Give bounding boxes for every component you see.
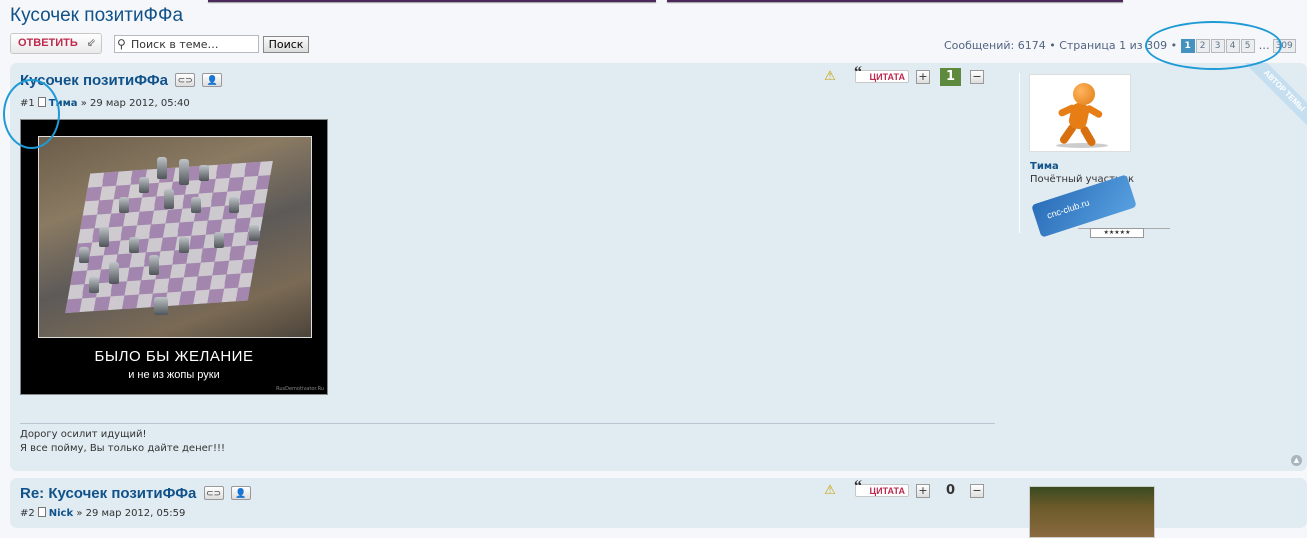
chess-photo — [38, 136, 312, 338]
post-title[interactable]: Кусочек позитиФФа ⊂⊃ 👤 — [20, 72, 223, 89]
user-icon[interactable]: 👤 — [230, 486, 251, 500]
post-title-text[interactable]: Re: Кусочек позитиФФа — [20, 485, 196, 502]
annotation-circle-post-number — [3, 79, 60, 149]
plus-icon[interactable]: + — [916, 70, 930, 84]
post-date: » 29 мар 2012, 05:59 — [76, 508, 186, 519]
signature: Дорогу осилит идущий! Я все пойму, Вы то… — [20, 428, 225, 456]
search-button[interactable]: Поиск — [263, 36, 309, 53]
chess-pieces — [39, 137, 311, 337]
signature-divider — [20, 423, 995, 424]
post-score: 0 — [945, 483, 956, 498]
link-icon[interactable]: ⊂⊃ — [203, 486, 224, 500]
profile-name[interactable]: Тима — [1030, 161, 1059, 172]
post: Кусочек позитиФФа ⊂⊃ 👤 #1 Тима » 29 мар 2… — [10, 63, 1307, 471]
search-input[interactable] — [131, 37, 255, 51]
rank-badge-text: cnc-club.ru — [1045, 197, 1091, 221]
quote-button[interactable]: “ ЦИТАТА — [854, 65, 909, 83]
post-count-summary: Сообщений: 6174 • Страница 1 из 309 • — [944, 39, 1178, 52]
reply-arrow-icon: ⇙ — [86, 37, 96, 49]
signature-line: Я все пойму, Вы только дайте денег!!! — [20, 443, 226, 454]
top-bar-left — [208, 0, 656, 2]
avatar[interactable] — [1029, 486, 1155, 538]
post-number: #2 — [20, 508, 35, 519]
reply-label: ОТВЕТИТЬ — [18, 37, 78, 49]
minus-icon[interactable]: − — [970, 70, 984, 84]
post-meta: #2 Nick » 29 мар 2012, 05:59 — [20, 507, 185, 519]
annotation-circle-pagination — [1145, 21, 1282, 70]
search-icon: ⚲ — [117, 37, 126, 51]
page-title[interactable]: Кусочек позитиФФа — [10, 5, 183, 27]
warning-icon[interactable]: ⚠ — [822, 70, 838, 84]
image-caption-sub: и не из жопы руки — [128, 369, 220, 381]
image-caption-main: БЫЛО БЫ ЖЕЛАНИЕ — [94, 348, 254, 365]
post-icon[interactable] — [37, 507, 46, 517]
quote-label: ЦИТАТА — [869, 486, 905, 496]
author-ribbon-label: АВТОР ТЕМЫ — [1239, 63, 1307, 136]
post-title[interactable]: Re: Кусочек позитиФФа ⊂⊃ 👤 — [20, 485, 251, 502]
image-watermark: RusDemotivator.Ru — [276, 386, 324, 392]
quote-icon: “ — [854, 478, 862, 495]
back-to-top-icon[interactable]: ▲ — [1291, 455, 1302, 466]
user-icon[interactable]: 👤 — [202, 73, 223, 87]
post: Re: Кусочек позитиФФа ⊂⊃ 👤 #2 Nick » 29 м… — [10, 478, 1307, 538]
minus-icon[interactable]: − — [970, 484, 984, 498]
avatar[interactable] — [1029, 74, 1131, 152]
post-score: 1 — [940, 68, 961, 86]
warning-icon[interactable]: ⚠ — [822, 484, 838, 498]
rank-stars: ★★★★★ — [1090, 228, 1144, 238]
post-image[interactable]: БЫЛО БЫ ЖЕЛАНИЕ и не из жопы руки RusDem… — [20, 119, 328, 395]
post-date: » 29 мар 2012, 05:40 — [80, 98, 190, 109]
quote-icon: “ — [854, 64, 862, 81]
quote-label: ЦИТАТА — [869, 72, 905, 82]
search-box[interactable]: ⚲ — [114, 35, 259, 53]
post-author[interactable]: Nick — [49, 508, 73, 519]
link-icon[interactable]: ⊂⊃ — [175, 73, 196, 87]
signature-line: Дорогу осилит идущий! — [20, 429, 147, 440]
reply-button[interactable]: ОТВЕТИТЬ ⇙ — [10, 33, 102, 54]
top-decoration — [0, 0, 1307, 4]
post-profile: Тима Почётный участник cnc-club.ru ★★★★★ — [1019, 73, 1170, 238]
plus-icon[interactable]: + — [916, 484, 930, 498]
top-bar-right — [667, 0, 1123, 2]
quote-button[interactable]: “ ЦИТАТА — [854, 479, 909, 497]
author-ribbon: АВТОР ТЕМЫ — [1237, 63, 1307, 143]
